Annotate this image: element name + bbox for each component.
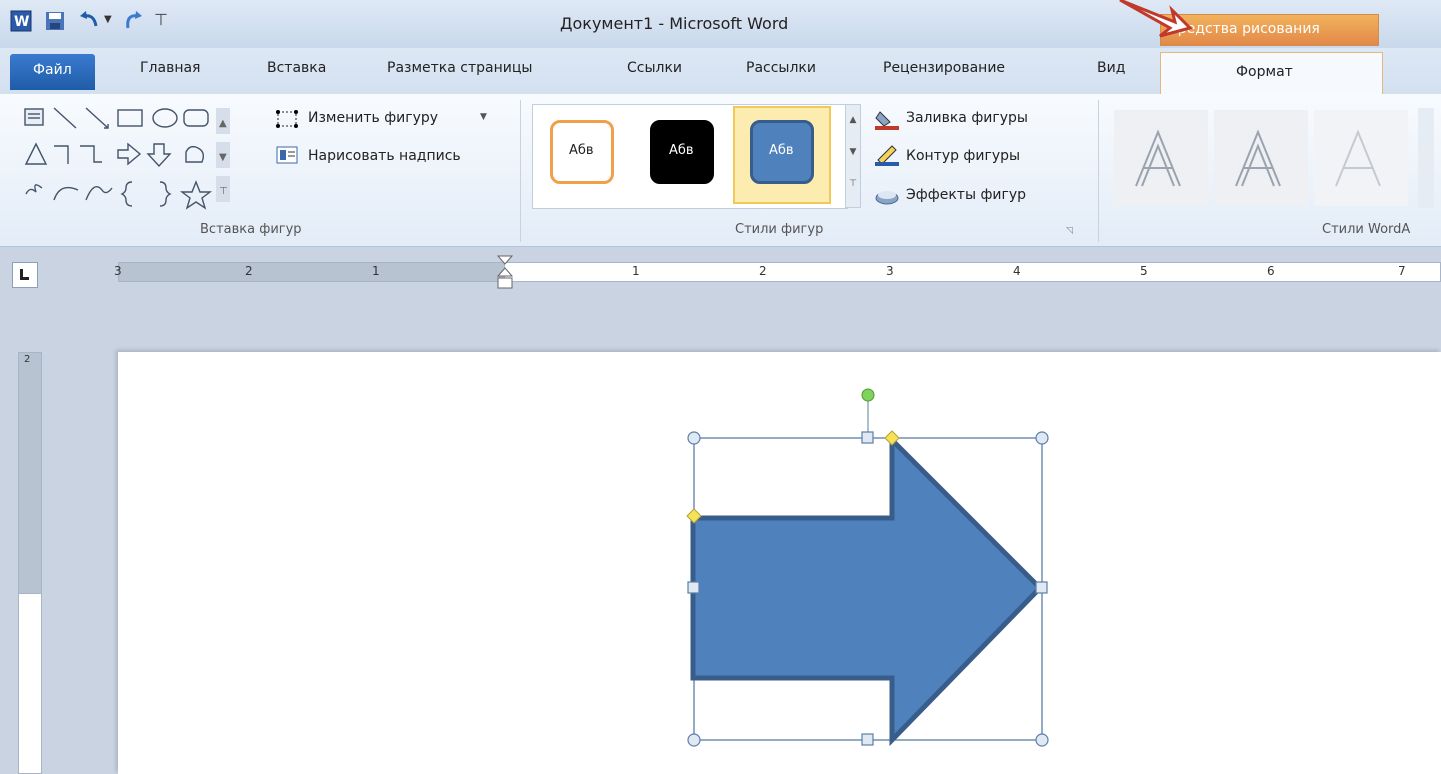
tab-references[interactable]: Ссылки — [627, 60, 682, 76]
group-label-wordart-styles: Стили WordA — [1322, 222, 1411, 237]
redo-icon[interactable] — [122, 10, 144, 32]
ruler-number: 2 — [759, 264, 767, 278]
shape-style-option[interactable]: Абв — [550, 120, 614, 184]
vertical-ruler-margin — [18, 352, 42, 594]
tab-insert[interactable]: Вставка — [267, 60, 326, 76]
customize-icon[interactable]: ⊤ — [154, 10, 168, 29]
resize-handle-icon — [687, 431, 701, 445]
tab-selector-button[interactable] — [12, 262, 38, 288]
tab-review[interactable]: Рецензирование — [883, 60, 1005, 76]
resize-handle-icon — [687, 733, 701, 747]
resize-handle-icon — [861, 431, 874, 444]
resize-handle-icon — [687, 581, 700, 594]
shape-fill-button[interactable]: Заливка фигуры — [906, 110, 1028, 126]
shape-fill-icon — [874, 108, 900, 134]
resize-handle-icon — [1035, 581, 1048, 594]
draw-textbox-button[interactable]: Нарисовать надпись — [308, 148, 461, 164]
tab-home[interactable]: Главная — [140, 60, 200, 76]
resize-handle-icon — [1035, 733, 1049, 747]
ruler-number: 6 — [1267, 264, 1275, 278]
word-app-icon[interactable]: W — [10, 10, 32, 32]
ruler-number: 3 — [114, 264, 122, 278]
textbox-icon — [276, 146, 300, 170]
ruler-number: 2 — [24, 354, 31, 365]
svg-text:⊤: ⊤ — [219, 186, 228, 197]
ruler-number: 4 — [1013, 264, 1021, 278]
shape-effects-icon — [874, 184, 900, 210]
undo-dropdown-icon[interactable]: ▼ — [104, 14, 112, 25]
rotate-handle-icon — [861, 388, 875, 402]
svg-text:▲: ▲ — [219, 118, 227, 129]
shape-outline-icon — [874, 144, 900, 170]
group-separator — [520, 100, 521, 242]
shape-style-label: Абв — [569, 143, 594, 158]
annotation-arrow-icon — [1119, 0, 1193, 38]
wordart-gallery[interactable] — [1108, 104, 1441, 212]
gallery-scroll[interactable]: ▲ ▼ ⊤ — [845, 104, 861, 208]
dialog-launcher-icon[interactable]: ◹ — [1066, 226, 1073, 236]
shape-effects-button[interactable]: Эффекты фигур — [906, 187, 1026, 203]
tab-page-layout[interactable]: Разметка страницы — [387, 60, 532, 76]
ruler-number: 3 — [886, 264, 894, 278]
edit-shape-icon — [274, 108, 304, 134]
ruler-number: 1 — [372, 264, 380, 278]
tab-format-label: Формат — [1236, 64, 1293, 80]
resize-handle-icon — [1035, 431, 1049, 445]
shape-style-option[interactable]: Абв — [650, 120, 714, 184]
tab-mailings[interactable]: Рассылки — [746, 60, 816, 76]
ruler-number: 7 — [1398, 264, 1406, 278]
group-separator — [1098, 100, 1099, 242]
shape-outline-button[interactable]: Контур фигуры — [906, 148, 1020, 164]
shape-gallery[interactable]: ▲ ▼ ⊤ — [20, 104, 260, 210]
chevron-down-icon: ▼ — [480, 112, 487, 122]
tab-view[interactable]: Вид — [1097, 60, 1125, 76]
selected-arrow-shape[interactable] — [680, 380, 1060, 760]
svg-text:▼: ▼ — [219, 152, 227, 163]
window-title: Документ1 - Microsoft Word — [560, 14, 789, 33]
group-label-insert-shapes: Вставка фигур — [200, 222, 302, 237]
svg-text:W: W — [14, 14, 29, 30]
save-icon[interactable] — [44, 10, 66, 32]
group-label-shape-styles: Стили фигур — [735, 222, 824, 237]
edit-shape-button[interactable]: Изменить фигуру — [308, 110, 438, 126]
horizontal-ruler-margin — [118, 262, 505, 282]
tab-file-label: Файл — [33, 62, 72, 78]
resize-handle-icon — [861, 733, 874, 746]
undo-icon[interactable] — [78, 10, 100, 32]
indent-marker-icon[interactable] — [496, 254, 516, 298]
ruler-number: 2 — [245, 264, 253, 278]
shape-style-label: Абв — [769, 143, 794, 158]
ruler-number: 1 — [632, 264, 640, 278]
ruler-number: 5 — [1140, 264, 1148, 278]
shape-style-label: Абв — [669, 143, 694, 158]
shape-style-option[interactable]: Абв — [750, 120, 814, 184]
